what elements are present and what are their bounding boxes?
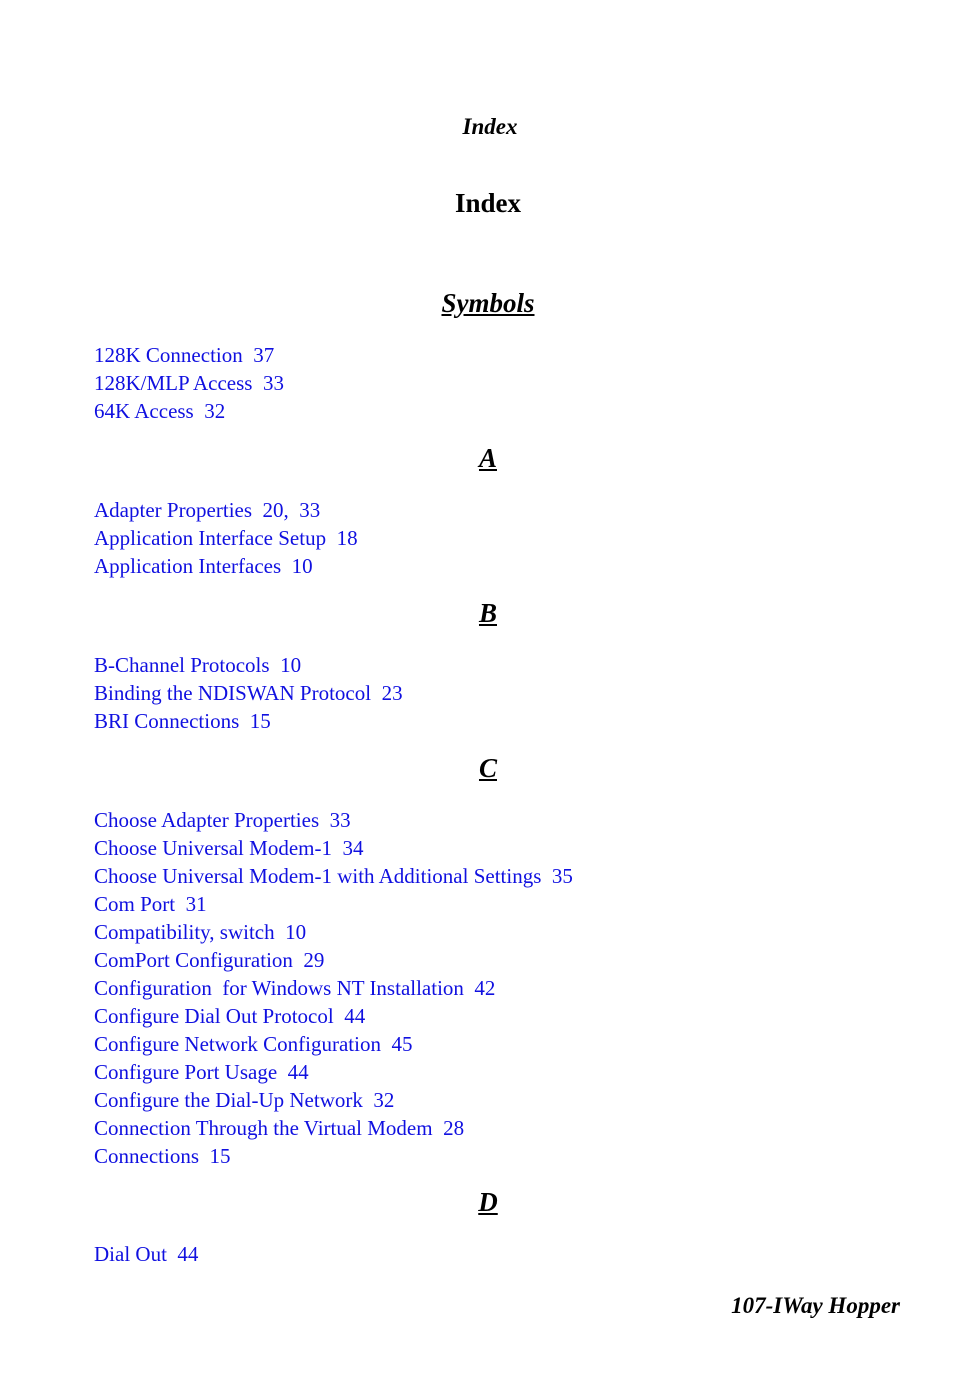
index-entry[interactable]: B-Channel Protocols 10 (94, 651, 403, 679)
index-entry[interactable]: Configure the Dial-Up Network 32 (94, 1086, 573, 1114)
index-entry[interactable]: Application Interface Setup 18 (94, 524, 358, 552)
index-entry[interactable]: Com Port 31 (94, 890, 573, 918)
index-entry[interactable]: Configure Port Usage 44 (94, 1058, 573, 1086)
index-entry[interactable]: Configure Dial Out Protocol 44 (94, 1002, 573, 1030)
section-entries-symbols: 128K Connection 37 128K/MLP Access 33 64… (94, 341, 284, 425)
index-entry[interactable]: 128K/MLP Access 33 (94, 369, 284, 397)
section-heading-symbols: Symbols (441, 288, 535, 318)
index-entry[interactable]: Dial Out 44 (94, 1240, 198, 1268)
section-entries-d: Dial Out 44 (94, 1240, 198, 1268)
index-entry[interactable]: Connection Through the Virtual Modem 28 (94, 1114, 573, 1142)
page-title: Index (454, 188, 522, 218)
index-entry[interactable]: Adapter Properties 20, 33 (94, 496, 358, 524)
running-head: Index (462, 114, 518, 139)
index-entry[interactable]: Compatibility, switch 10 (94, 918, 573, 946)
index-entry[interactable]: Configuration for Windows NT Installatio… (94, 974, 573, 1002)
index-entry[interactable]: Choose Adapter Properties 33 (94, 806, 573, 834)
section-heading-a: A (478, 443, 497, 473)
section-entries-a: Adapter Properties 20, 33 Application In… (94, 496, 358, 580)
section-entries-b: B-Channel Protocols 10 Binding the NDISW… (94, 651, 403, 735)
page-footer: 107-IWay Hopper (731, 1293, 900, 1318)
section-heading-d: D (478, 1187, 498, 1217)
index-entry[interactable]: BRI Connections 15 (94, 707, 403, 735)
section-entries-c: Choose Adapter Properties 33 Choose Univ… (94, 806, 573, 1170)
index-entry[interactable]: Binding the NDISWAN Protocol 23 (94, 679, 403, 707)
index-entry[interactable]: Choose Universal Modem-1 with Additional… (94, 862, 573, 890)
index-entry[interactable]: 128K Connection 37 (94, 341, 284, 369)
section-heading-b: B (478, 598, 497, 628)
index-entry[interactable]: Configure Network Configuration 45 (94, 1030, 573, 1058)
index-entry[interactable]: Choose Universal Modem-1 34 (94, 834, 573, 862)
index-entry[interactable]: ComPort Configuration 29 (94, 946, 573, 974)
index-entry[interactable]: Connections 15 (94, 1142, 573, 1170)
section-heading-c: C (478, 753, 497, 783)
index-entry[interactable]: 64K Access 32 (94, 397, 284, 425)
index-entry[interactable]: Application Interfaces 10 (94, 552, 358, 580)
